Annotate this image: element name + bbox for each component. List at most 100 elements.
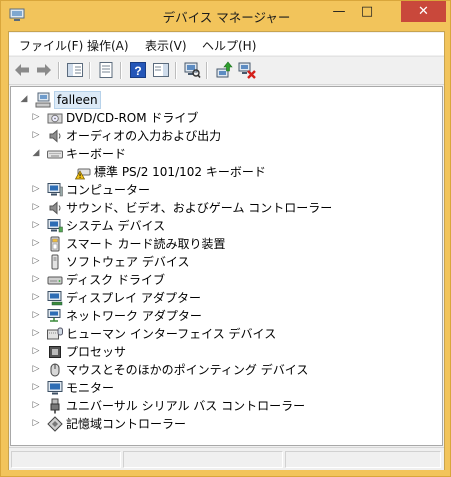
speaker-icon (49, 129, 61, 143)
tree-item-audio-inputs-outputs[interactable]: ▷ オーディオの入力および出力 (31, 127, 411, 145)
show-hide-console-tree-icon[interactable] (66, 61, 84, 79)
status-pane (285, 451, 441, 468)
expand-arrow-icon[interactable]: ▷ (31, 130, 41, 140)
expand-arrow-icon[interactable]: ▷ (31, 184, 41, 194)
tree-item-label: コンピューター (66, 183, 151, 197)
tree-item-label: 標準 PS/2 101/102 キーボード (94, 165, 266, 179)
computer-root-icon (35, 92, 51, 108)
mouse-icon (50, 363, 60, 377)
update-driver-icon[interactable] (215, 61, 233, 79)
tree-item-monitors[interactable]: ▷ モニター (31, 379, 411, 397)
close-button[interactable]: ✕ (401, 1, 446, 22)
title-bar[interactable]: デバイス マネージャー — □ ✕ (1, 1, 451, 31)
expand-arrow-icon[interactable]: ▷ (31, 364, 41, 374)
toolbar-separator (120, 62, 121, 79)
computer-icon (47, 183, 63, 197)
software-device-icon (51, 254, 59, 270)
tree-item-sound-video-game[interactable]: ▷ サウンド、ビデオ、およびゲーム コントローラー (31, 199, 431, 217)
tree-item-software-devices[interactable]: ▷ ソフトウェア デバイス (31, 253, 411, 271)
tree-item-storage-controllers[interactable]: ▷ 記憶域コントローラー (31, 415, 411, 433)
expand-arrow-icon[interactable]: ▷ (31, 382, 41, 392)
tree-item-mice-pointing-devices[interactable]: ▷ マウスとそのほかのポインティング デバイス (31, 361, 431, 379)
minimize-button[interactable]: — (325, 1, 353, 22)
tree-item-label: ネットワーク アダプター (66, 309, 202, 323)
status-pane (11, 451, 121, 468)
menu-file[interactable]: ファイル(F) (19, 37, 83, 54)
tree-item-label: キーボード (66, 147, 127, 161)
expand-arrow-icon[interactable]: ▷ (31, 418, 41, 428)
tree-item-label: マウスとそのほかのポインティング デバイス (66, 363, 309, 377)
collapse-arrow-icon[interactable]: ◢ (31, 148, 41, 158)
uninstall-device-icon[interactable] (238, 61, 256, 79)
system-device-icon (47, 219, 63, 233)
processor-icon (49, 346, 61, 358)
tree-item-label: オーディオの入力および出力 (66, 129, 222, 143)
tree-item-computer[interactable]: ▷ コンピューター (31, 181, 411, 199)
help-icon[interactable]: ? (129, 61, 147, 79)
expand-arrow-icon[interactable]: ▷ (31, 238, 41, 248)
tree-item-label: サウンド、ビデオ、およびゲーム コントローラー (66, 201, 333, 215)
menu-bar: ファイル(F) 操作(A) 表示(V) ヘルプ(H) (9, 33, 444, 55)
expand-arrow-icon[interactable]: ▷ (31, 328, 41, 338)
expand-arrow-icon[interactable]: ▷ (31, 256, 41, 266)
display-adapter-icon (47, 291, 63, 306)
hid-icon (47, 327, 63, 340)
device-tree[interactable]: ◢ falleen ▷ DVD/CD-ROM ドライブ ▷ オーディオの入力およ… (10, 86, 443, 446)
monitor-icon (47, 381, 63, 395)
tree-item-disk-drives[interactable]: ▷ ディスク ドライブ (31, 271, 411, 289)
expand-arrow-icon[interactable]: ▷ (31, 274, 41, 284)
tree-item-label: ユニバーサル シリアル バス コントローラー (66, 399, 306, 413)
expand-arrow-icon[interactable]: ▷ (31, 202, 41, 212)
tree-item-display-adapters[interactable]: ▷ ディスプレイ アダプター (31, 289, 411, 307)
expand-arrow-icon[interactable]: ▷ (31, 220, 41, 230)
dvd-drive-icon (47, 113, 63, 124)
warning-keyboard-icon (75, 168, 91, 180)
tree-item-label: モニター (66, 381, 115, 395)
toolbar-separator (58, 62, 59, 79)
tree-item-label: ヒューマン インターフェイス デバイス (66, 327, 277, 341)
expand-arrow-icon[interactable]: ▷ (31, 400, 41, 410)
tree-item-smart-card-readers[interactable]: ▷ スマート カード読み取り装置 (31, 235, 411, 253)
tree-item-label: DVD/CD-ROM ドライブ (66, 111, 199, 125)
tree-item-usb-controllers[interactable]: ▷ ユニバーサル シリアル バス コントローラー (31, 397, 431, 415)
toolbar-separator (175, 62, 176, 79)
action-pane-icon[interactable] (152, 61, 170, 79)
forward-arrow-icon[interactable] (35, 61, 53, 79)
tree-item-dvd-cdrom-drives[interactable]: ▷ DVD/CD-ROM ドライブ (31, 109, 411, 127)
status-bar (9, 447, 444, 470)
tree-item-label: ソフトウェア デバイス (66, 255, 190, 269)
tree-item-ps2-keyboard[interactable]: 標準 PS/2 101/102 キーボード (59, 163, 399, 181)
network-adapter-icon (47, 309, 61, 322)
tree-root-falleen[interactable]: ◢ falleen (19, 91, 319, 109)
menu-help[interactable]: ヘルプ(H) (202, 37, 256, 54)
expand-arrow-icon[interactable]: ▷ (31, 310, 41, 320)
maximize-button[interactable]: □ (353, 1, 381, 22)
expand-arrow-icon[interactable]: ▷ (31, 292, 41, 302)
menu-action[interactable]: 操作(A) (87, 37, 129, 54)
properties-icon[interactable] (97, 61, 115, 79)
menu-view[interactable]: 表示(V) (145, 37, 187, 54)
svg-text:?: ? (134, 64, 141, 78)
tree-item-label: 記憶域コントローラー (66, 417, 187, 431)
back-arrow-icon[interactable] (13, 61, 31, 79)
tree-item-label: ディスプレイ アダプター (66, 291, 201, 305)
tree-item-label: システム デバイス (66, 219, 166, 233)
tree-item-processors[interactable]: ▷ プロセッサ (31, 343, 411, 361)
tree-item-system-devices[interactable]: ▷ システム デバイス (31, 217, 411, 235)
tree-item-human-interface-devices[interactable]: ▷ ヒューマン インターフェイス デバイス (31, 325, 411, 343)
tree-item-label: プロセッサ (66, 345, 127, 359)
device-manager-window: デバイス マネージャー — □ ✕ ファイル(F) 操作(A) 表示(V) ヘル… (0, 0, 451, 477)
tree-item-network-adapters[interactable]: ▷ ネットワーク アダプター (31, 307, 411, 325)
expand-arrow-icon[interactable]: ▷ (31, 112, 41, 122)
usb-icon (50, 398, 60, 414)
collapse-arrow-icon[interactable]: ◢ (19, 94, 29, 104)
tree-item-label: スマート カード読み取り装置 (66, 237, 226, 251)
scan-hardware-icon[interactable] (183, 61, 201, 79)
disk-drive-icon (47, 276, 63, 285)
speaker-icon (49, 201, 61, 215)
expand-arrow-icon[interactable]: ▷ (31, 346, 41, 356)
toolbar: ? (9, 56, 444, 85)
tree-item-label: ディスク ドライブ (66, 273, 165, 287)
tree-item-keyboards[interactable]: ◢ キーボード (31, 145, 411, 163)
client-area: ファイル(F) 操作(A) 表示(V) ヘルプ(H) ? ◢ falleen ▷… (8, 31, 445, 470)
